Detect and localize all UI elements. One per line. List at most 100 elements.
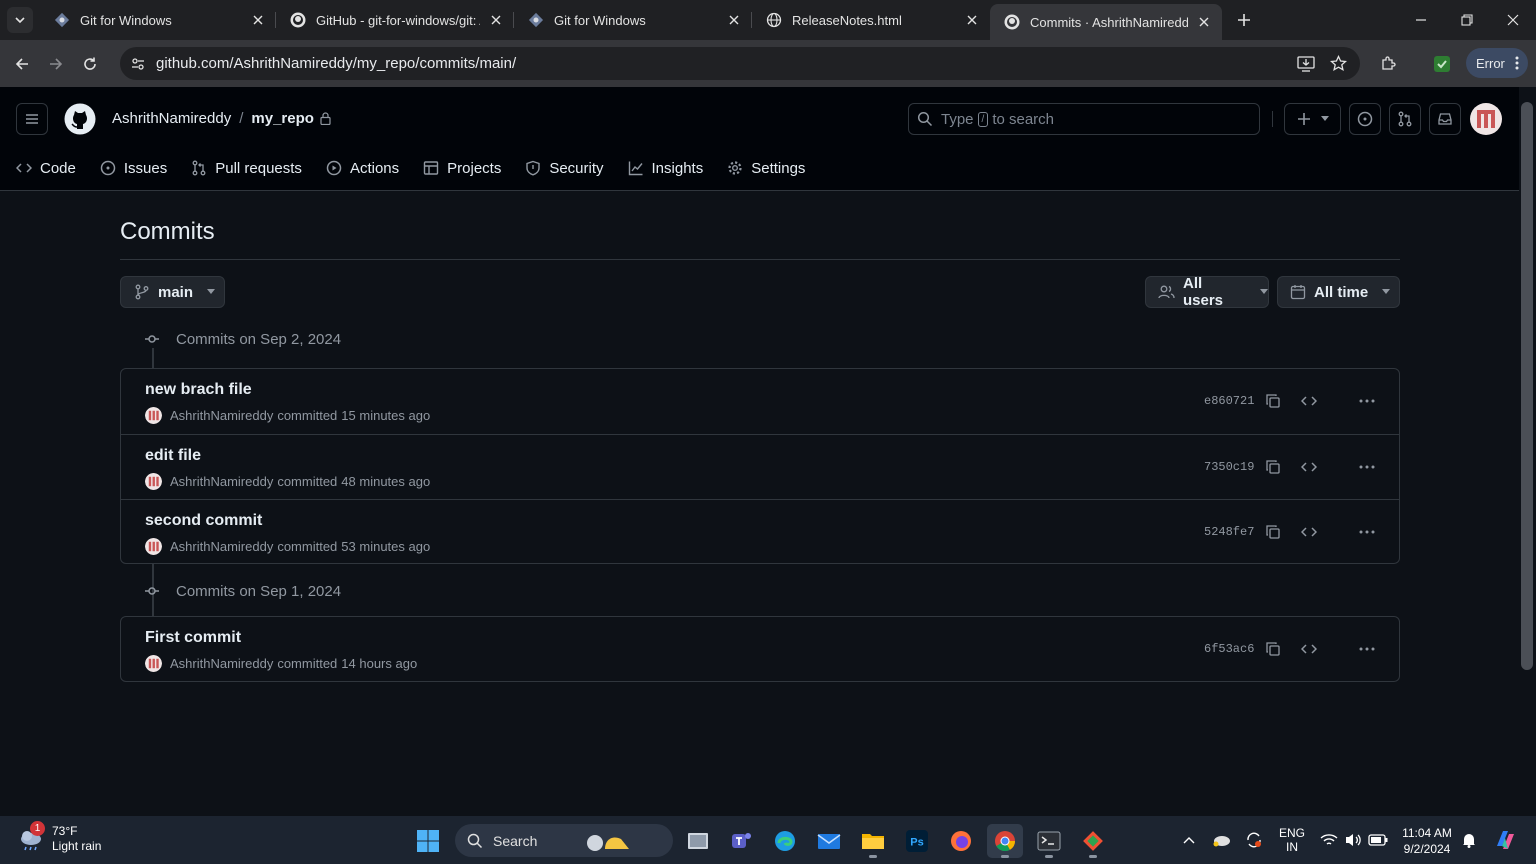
chrome-app[interactable] [987, 824, 1023, 858]
repo-link[interactable]: my_repo [251, 110, 314, 127]
owner-link[interactable]: AshrithNamireddy [112, 110, 231, 127]
commit-author-link[interactable]: AshrithNamireddy [170, 656, 273, 671]
photoshop-app[interactable]: Ps [899, 824, 935, 858]
commit-sha-link[interactable]: e860721 [1204, 394, 1254, 408]
restore-button[interactable] [1444, 0, 1490, 40]
github-logo-link[interactable] [64, 103, 96, 135]
edge-app[interactable] [767, 824, 803, 858]
commit-author-link[interactable]: AshrithNamireddy [170, 539, 273, 554]
close-tab-icon[interactable] [250, 12, 266, 28]
back-button[interactable] [5, 47, 39, 81]
tab-insights[interactable]: Insights [628, 160, 703, 177]
file-explorer-app[interactable] [855, 824, 891, 858]
browse-repo-button[interactable] [1297, 455, 1321, 479]
wifi-tray[interactable] [1318, 824, 1340, 856]
commit-author-link[interactable]: AshrithNamireddy [170, 474, 273, 489]
forward-button[interactable] [39, 47, 73, 81]
pull-requests-button[interactable] [1389, 103, 1421, 135]
teams-app[interactable] [723, 824, 759, 858]
notifications-button[interactable] [1458, 824, 1480, 856]
copilot-button[interactable] [1490, 824, 1520, 856]
browser-tab[interactable]: GitHub - git-for-windows/git: A [276, 0, 514, 40]
reload-button[interactable] [73, 47, 107, 81]
tab-settings[interactable]: Settings [727, 160, 805, 177]
task-view-app[interactable] [680, 824, 716, 858]
browse-repo-button[interactable] [1297, 389, 1321, 413]
commit-author-link[interactable]: AshrithNamireddy [170, 408, 273, 423]
onedrive-tray[interactable] [1210, 824, 1232, 856]
browser-tab-active[interactable]: Commits · AshrithNamireddy/m [990, 4, 1222, 40]
terminal-app[interactable] [1031, 824, 1067, 858]
mail-app[interactable] [811, 824, 847, 858]
commit-sha-link[interactable]: 7350c19 [1204, 460, 1254, 474]
taskbar-search[interactable]: Search [455, 824, 673, 857]
git-app[interactable] [1075, 824, 1111, 858]
clock[interactable]: 11:04 AM 9/2/2024 [1396, 825, 1458, 857]
tab-security[interactable]: Security [525, 160, 604, 177]
browse-repo-button[interactable] [1297, 520, 1321, 544]
tab-projects[interactable]: Projects [423, 160, 501, 177]
search-input[interactable]: Type / to search [908, 103, 1260, 135]
battery-tray[interactable] [1366, 824, 1390, 856]
firefox-app[interactable] [943, 824, 979, 858]
commit-message-link[interactable]: new brach file [145, 381, 252, 399]
commit-message-link[interactable]: First commit [145, 629, 241, 647]
inbox-button[interactable] [1429, 103, 1461, 135]
profile-error-button[interactable]: Error [1466, 48, 1528, 78]
global-menu-button[interactable] [16, 103, 48, 135]
more-actions-button[interactable] [1355, 389, 1379, 413]
git-commit-icon [145, 335, 159, 343]
commit-row[interactable]: edit file AshrithNamireddy committed 48 … [121, 434, 1399, 499]
create-new-button[interactable] [1284, 103, 1341, 135]
user-avatar-button[interactable] [1470, 103, 1502, 135]
commit-sha-link[interactable]: 5248fe7 [1204, 525, 1254, 539]
more-actions-button[interactable] [1355, 637, 1379, 661]
volume-tray[interactable] [1342, 824, 1364, 856]
copy-sha-button[interactable] [1261, 637, 1285, 661]
tab-actions[interactable]: Actions [326, 160, 399, 177]
start-button[interactable] [410, 824, 446, 858]
time-filter-button[interactable]: All time [1277, 276, 1400, 308]
issues-button[interactable] [1349, 103, 1381, 135]
copy-sha-button[interactable] [1261, 520, 1285, 544]
commit-message-link[interactable]: second commit [145, 512, 262, 530]
tab-code[interactable]: Code [16, 160, 76, 177]
tab-title: Commits · AshrithNamireddy/m [1030, 14, 1188, 30]
close-tab-icon[interactable] [964, 12, 980, 28]
users-filter-button[interactable]: All users [1145, 275, 1269, 309]
close-window-button[interactable] [1490, 0, 1536, 40]
branch-selector[interactable]: main [120, 276, 225, 308]
copy-sha-button[interactable] [1261, 389, 1285, 413]
scrollbar-thumb[interactable] [1521, 102, 1533, 670]
extension-button[interactable] [1428, 47, 1456, 80]
tab-issues[interactable]: Issues [100, 160, 167, 177]
tab-search-button[interactable] [7, 7, 33, 33]
bookmark-button[interactable] [1324, 47, 1352, 80]
commit-message-link[interactable]: edit file [145, 447, 201, 465]
weather-widget[interactable]: 1 73°F Light rain [16, 821, 101, 854]
commit-row[interactable]: First commit AshrithNamireddy committed … [121, 617, 1399, 682]
tab-pull-requests[interactable]: Pull requests [191, 160, 302, 177]
extensions-button[interactable] [1374, 47, 1402, 80]
browse-repo-button[interactable] [1297, 637, 1321, 661]
new-tab-button[interactable] [1230, 6, 1258, 34]
browser-tab[interactable]: ReleaseNotes.html [752, 0, 990, 40]
close-tab-icon[interactable] [726, 12, 742, 28]
sync-tray[interactable] [1242, 824, 1266, 856]
install-app-button[interactable] [1292, 47, 1320, 80]
address-bar[interactable]: github.com/AshrithNamireddy/my_repo/comm… [120, 47, 1360, 80]
minimize-button[interactable] [1398, 0, 1444, 40]
close-tab-icon[interactable] [488, 12, 504, 28]
copy-sha-button[interactable] [1261, 455, 1285, 479]
more-actions-button[interactable] [1355, 520, 1379, 544]
show-hidden-icons-button[interactable] [1178, 824, 1200, 856]
close-tab-icon[interactable] [1196, 14, 1212, 30]
language-indicator[interactable]: ENG IN [1274, 824, 1310, 856]
browser-tab[interactable]: Git for Windows [40, 0, 276, 40]
code-icon [1301, 396, 1317, 406]
commit-row[interactable]: new brach file AshrithNamireddy committe… [121, 369, 1399, 434]
more-actions-button[interactable] [1355, 455, 1379, 479]
commit-sha-link[interactable]: 6f53ac6 [1204, 642, 1254, 656]
browser-tab[interactable]: Git for Windows [514, 0, 752, 40]
commit-row[interactable]: second commit AshrithNamireddy committed… [121, 499, 1399, 564]
